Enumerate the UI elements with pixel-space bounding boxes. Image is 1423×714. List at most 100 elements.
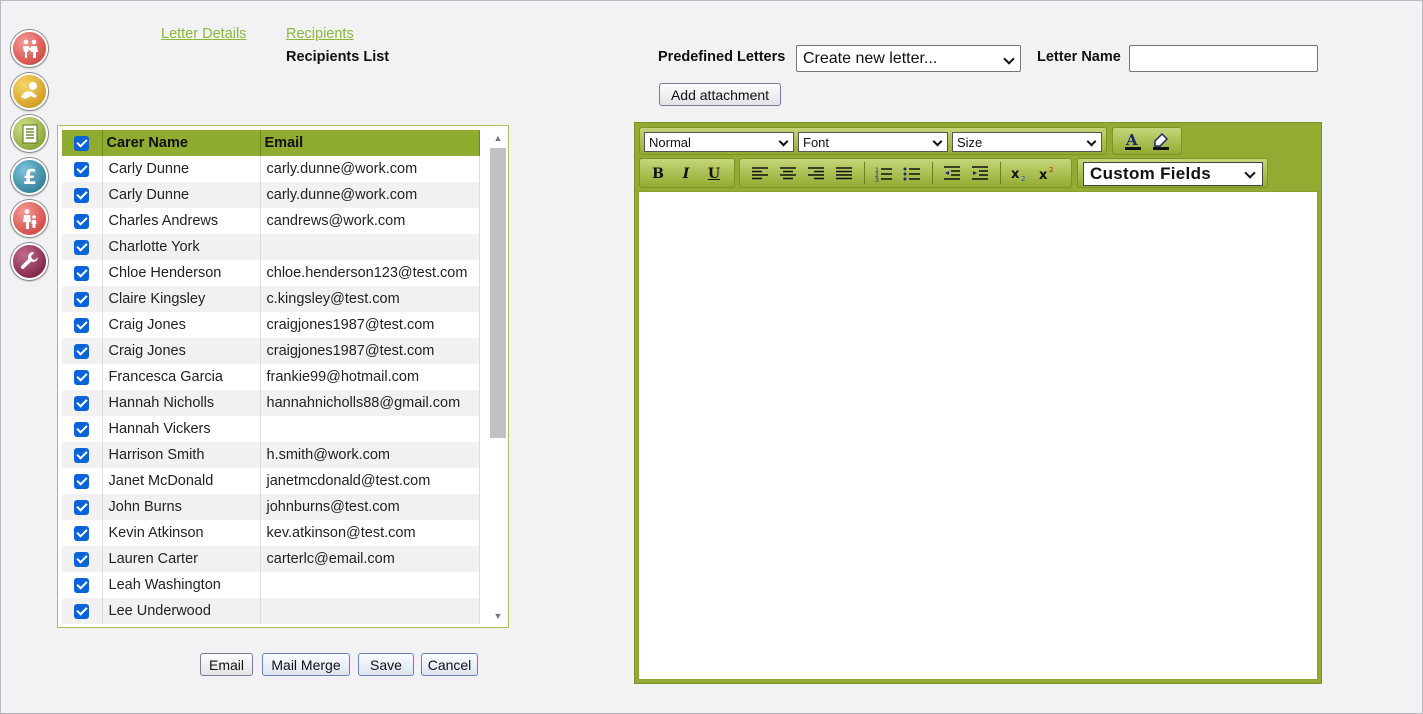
recipients-table: Carer Name Email Carly Dunne carly.dunne@…	[62, 130, 480, 624]
recipient-row[interactable]: Craig Jones craigjones1987@test.com	[62, 312, 480, 338]
highlight-color-icon[interactable]	[1149, 130, 1173, 152]
letter-name-input[interactable]	[1129, 45, 1318, 72]
recipient-select-cell	[62, 208, 103, 234]
recipient-row[interactable]: Lauren Carter carterlc@email.com	[62, 546, 480, 572]
recipient-checkbox[interactable]	[74, 317, 90, 333]
recipient-row[interactable]: Claire Kingsley c.kingsley@test.com	[62, 286, 480, 312]
unordered-list-icon[interactable]	[900, 163, 924, 185]
scroll-up-arrow-icon[interactable]: ▲	[490, 131, 506, 145]
align-right-icon[interactable]	[804, 163, 828, 185]
wrench-icon[interactable]	[11, 242, 48, 280]
recipient-row[interactable]: Hannah Vickers	[62, 416, 480, 442]
select-all-header	[62, 130, 103, 156]
email-header[interactable]: Email	[260, 130, 480, 156]
recipient-select-cell	[62, 364, 103, 390]
recipient-checkbox[interactable]	[74, 395, 90, 411]
predefined-letters-select[interactable]: Create new letter...	[796, 45, 1021, 72]
select-all-checkbox[interactable]	[74, 135, 90, 151]
recipient-checkbox[interactable]	[74, 447, 90, 463]
editor-content-area[interactable]	[638, 191, 1318, 680]
baby-icon[interactable]	[11, 72, 48, 110]
ordered-list-icon[interactable]: 123	[872, 163, 896, 185]
align-justify-icon[interactable]	[832, 163, 856, 185]
custom-fields-value: Custom Fields	[1090, 164, 1212, 183]
recipient-checkbox[interactable]	[74, 473, 90, 489]
family-icon[interactable]	[11, 30, 48, 67]
recipient-select-cell	[62, 494, 103, 520]
recipient-checkbox[interactable]	[74, 421, 90, 437]
recipient-row[interactable]: Janet McDonald janetmcdonald@test.com	[62, 468, 480, 494]
recipient-row[interactable]: Kevin Atkinson kev.atkinson@test.com	[62, 520, 480, 546]
recipient-checkbox[interactable]	[74, 213, 90, 229]
save-button[interactable]: Save	[358, 653, 414, 676]
document-icon[interactable]	[11, 115, 48, 152]
email-cell	[260, 234, 480, 260]
carer-name-header[interactable]: Carer Name	[102, 130, 261, 156]
recipient-row[interactable]: Hannah Nicholls hannahnicholls88@gmail.co…	[62, 390, 480, 416]
recipient-row[interactable]: Chloe Henderson chloe.henderson123@test.c…	[62, 260, 480, 286]
chevron-down-icon	[932, 136, 943, 147]
recipient-select-cell	[62, 260, 103, 286]
bold-button[interactable]: B	[646, 163, 670, 185]
recipients-link[interactable]: Recipients	[286, 26, 354, 42]
recipient-checkbox[interactable]	[74, 525, 90, 541]
recipient-row[interactable]: Harrison Smith h.smith@work.com	[62, 442, 480, 468]
recipient-checkbox[interactable]	[74, 239, 90, 255]
email-cell: craigjones1987@test.com	[260, 338, 480, 364]
recipient-row[interactable]: Craig Jones craigjones1987@test.com	[62, 338, 480, 364]
email-cell: h.smith@work.com	[260, 442, 480, 468]
subscript-icon[interactable]: x2	[1008, 163, 1032, 185]
recipient-checkbox[interactable]	[74, 577, 90, 593]
carer-name-cell: Hannah Vickers	[102, 416, 261, 442]
cancel-button[interactable]: Cancel	[421, 653, 478, 676]
carer-name-cell: Lee Underwood	[102, 598, 261, 624]
parent-child-icon[interactable]	[11, 200, 48, 237]
custom-fields-toolbar: Custom Fields	[1077, 158, 1268, 188]
recipient-row[interactable]: Carly Dunne carly.dunne@work.com	[62, 156, 480, 182]
indent-icon[interactable]	[968, 163, 992, 185]
outdent-icon[interactable]	[940, 163, 964, 185]
svg-text:3: 3	[875, 177, 879, 182]
email-cell	[260, 416, 480, 442]
size-select[interactable]: Size	[952, 132, 1102, 152]
color-toolbar: A	[1112, 127, 1182, 155]
email-cell	[260, 572, 480, 598]
recipient-row[interactable]: Charlotte York	[62, 234, 480, 260]
superscript-icon[interactable]: x2	[1036, 163, 1060, 185]
add-attachment-button[interactable]: Add attachment	[659, 83, 781, 106]
recipient-checkbox[interactable]	[74, 551, 90, 567]
custom-fields-select[interactable]: Custom Fields	[1083, 162, 1263, 186]
carer-name-cell: Hannah Nicholls	[102, 390, 261, 416]
recipient-row[interactable]: Lee Underwood	[62, 598, 480, 624]
recipient-row[interactable]: Charles Andrews candrews@work.com	[62, 208, 480, 234]
grid-scroll-thumb[interactable]	[490, 148, 506, 438]
svg-text:2: 2	[1049, 166, 1053, 174]
recipient-row[interactable]: Leah Washington	[62, 572, 480, 598]
recipient-row[interactable]: Francesca Garcia frankie99@hotmail.com	[62, 364, 480, 390]
recipient-checkbox[interactable]	[74, 343, 90, 359]
letter-details-link[interactable]: Letter Details	[161, 26, 246, 42]
align-left-icon[interactable]	[748, 163, 772, 185]
recipient-checkbox[interactable]	[74, 265, 90, 281]
scroll-down-arrow-icon[interactable]: ▼	[490, 609, 506, 623]
font-color-icon[interactable]: A	[1121, 130, 1145, 152]
recipient-row[interactable]: Carly Dunne carly.dunne@work.com	[62, 182, 480, 208]
recipient-checkbox[interactable]	[74, 161, 90, 177]
italic-button[interactable]: I	[674, 163, 698, 185]
chevron-down-icon	[1244, 167, 1256, 179]
align-center-icon[interactable]	[776, 163, 800, 185]
mail-merge-button[interactable]: Mail Merge	[262, 653, 350, 676]
recipient-checkbox[interactable]	[74, 291, 90, 307]
recipient-checkbox[interactable]	[74, 369, 90, 385]
recipient-checkbox[interactable]	[74, 603, 90, 619]
recipient-checkbox[interactable]	[74, 499, 90, 515]
underline-button[interactable]: U	[702, 163, 726, 185]
email-button[interactable]: Email	[200, 653, 253, 676]
paragraph-format-select[interactable]: Normal	[644, 132, 794, 152]
carer-name-cell: Craig Jones	[102, 338, 261, 364]
font-select[interactable]: Font	[798, 132, 948, 152]
letter-editor: Normal Font Size A B I U 123 x2 x2 Custo…	[634, 122, 1322, 684]
pound-icon[interactable]: £	[11, 157, 48, 195]
recipient-row[interactable]: John Burns johnburns@test.com	[62, 494, 480, 520]
recipient-checkbox[interactable]	[74, 187, 90, 203]
